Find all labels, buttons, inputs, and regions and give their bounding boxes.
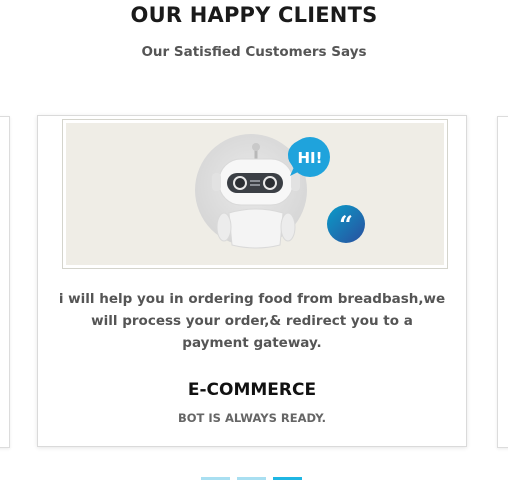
carousel-dot-2[interactable] bbox=[237, 477, 266, 480]
speech-bubble-text: HI! bbox=[298, 149, 323, 167]
quote-icon: “ bbox=[339, 210, 353, 239]
robot-icon: HI! “ bbox=[195, 134, 365, 249]
carousel-dot-3[interactable] bbox=[273, 477, 302, 480]
testimonial-quote: i will help you in ordering food from br… bbox=[58, 291, 446, 351]
next-testimonial-card[interactable] bbox=[497, 116, 508, 448]
previous-testimonial-card[interactable] bbox=[0, 116, 10, 448]
testimonial-name: E-COMMERCE bbox=[187, 380, 317, 400]
section-title: OUR HAPPY CLIENTS bbox=[130, 3, 378, 27]
carousel-dot-1[interactable] bbox=[201, 477, 230, 480]
testimonial-image: HI! “ bbox=[66, 123, 444, 265]
section-subtitle: Our Satisfied Customers Says bbox=[141, 44, 367, 60]
testimonial-card: HI! “ i will help you in ordering food f… bbox=[37, 115, 467, 447]
testimonial-role: BOT IS ALWAYS READY. bbox=[178, 411, 326, 425]
testimonial-image-frame: HI! “ bbox=[62, 119, 448, 269]
